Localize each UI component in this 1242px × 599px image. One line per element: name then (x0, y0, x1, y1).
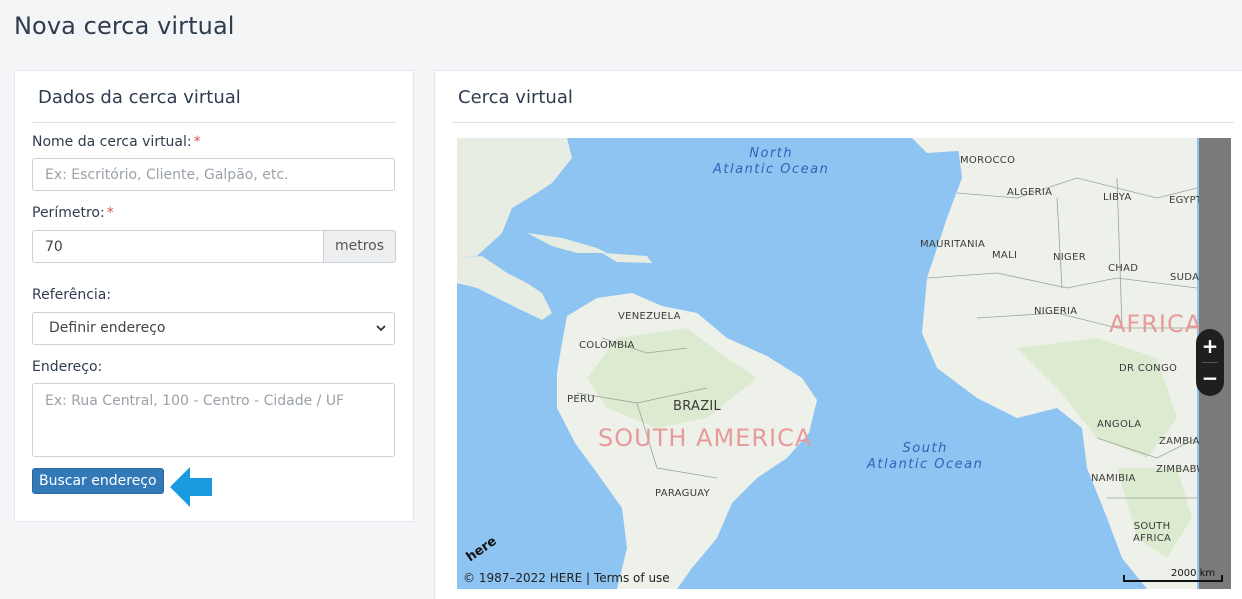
map-scale-bar (1123, 575, 1223, 582)
label-namibia: NAMIBIA (1091, 473, 1136, 484)
reference-select[interactable]: Definir endereço (32, 312, 395, 345)
panel-title: Dados da cerca virtual (38, 87, 241, 108)
label-libya: LIBYA (1103, 192, 1132, 203)
name-label: Nome da cerca virtual: * (32, 134, 201, 150)
reference-label: Referência: (32, 287, 112, 303)
zoom-in-button[interactable]: + (1196, 332, 1224, 360)
label-south-america: SOUTH AMERICA (598, 424, 813, 452)
label-dr-congo: DR CONGO (1119, 363, 1178, 374)
label-colombia: COLOMBIA (579, 340, 635, 351)
label-north-atlantic: North Atlantic Ocean (713, 146, 830, 177)
label-brazil: BRAZIL (673, 399, 722, 414)
required-mark: * (106, 205, 114, 221)
label-peru: PERU (567, 394, 595, 405)
address-textarea[interactable]: Ex: Rua Central, 100 - Centro - Cidade /… (32, 383, 395, 457)
perimeter-unit-addon: metros (323, 230, 396, 263)
label-paraguay: PARAGUAY (655, 488, 711, 499)
perimeter-input[interactable] (32, 230, 324, 263)
reference-selected-value: Definir endereço (49, 320, 166, 336)
map-view[interactable]: North Atlantic Ocean South Atlantic Ocea… (457, 138, 1231, 589)
required-mark: * (193, 134, 201, 150)
label-south-africa: SOUTH AFRICA (1133, 521, 1172, 544)
label-africa: AFRICA (1109, 310, 1203, 338)
label-zambia: ZAMBIA (1159, 436, 1200, 447)
zoom-control: + − (1196, 329, 1224, 396)
label-morocco: MOROCCO (960, 155, 1016, 166)
label-niger: NIGER (1053, 252, 1086, 263)
fence-name-input[interactable] (32, 158, 395, 191)
page-title: Nova cerca virtual (14, 12, 235, 40)
zoom-separator (1202, 362, 1218, 363)
divider (452, 122, 1234, 123)
label-algeria: ALGERIA (1007, 187, 1053, 198)
address-placeholder: Ex: Rua Central, 100 - Centro - Cidade /… (45, 393, 345, 409)
label-mauritania: MAURITANIA (920, 239, 986, 250)
label-venezuela: VENEZUELA (618, 311, 681, 322)
label-south-atlantic: South Atlantic Ocean (867, 441, 984, 472)
search-address-button[interactable]: Buscar endereço (32, 468, 164, 494)
zoom-out-button[interactable]: − (1196, 364, 1224, 392)
map-base-layer (457, 138, 1231, 589)
perimeter-label: Perímetro: * (32, 205, 114, 221)
panel-title: Cerca virtual (458, 87, 573, 108)
label-egypt: EGYPT (1169, 195, 1203, 206)
label-mali: MALI (992, 250, 1018, 261)
arrow-left-icon (170, 467, 212, 507)
address-label: Endereço: (32, 359, 103, 375)
map-panel: Cerca virtual North Atlantic Ocean South… (434, 70, 1242, 599)
label-angola: ANGOLA (1097, 419, 1142, 430)
label-nigeria: NIGERIA (1034, 306, 1078, 317)
chevron-down-icon (376, 325, 386, 332)
label-chad: CHAD (1108, 263, 1139, 274)
map-copyright[interactable]: © 1987–2022 HERE | Terms of use (463, 571, 670, 585)
fence-data-panel: Dados da cerca virtual Nome da cerca vir… (14, 70, 414, 522)
divider (32, 122, 396, 123)
label-sudan: SUDA (1170, 272, 1200, 283)
